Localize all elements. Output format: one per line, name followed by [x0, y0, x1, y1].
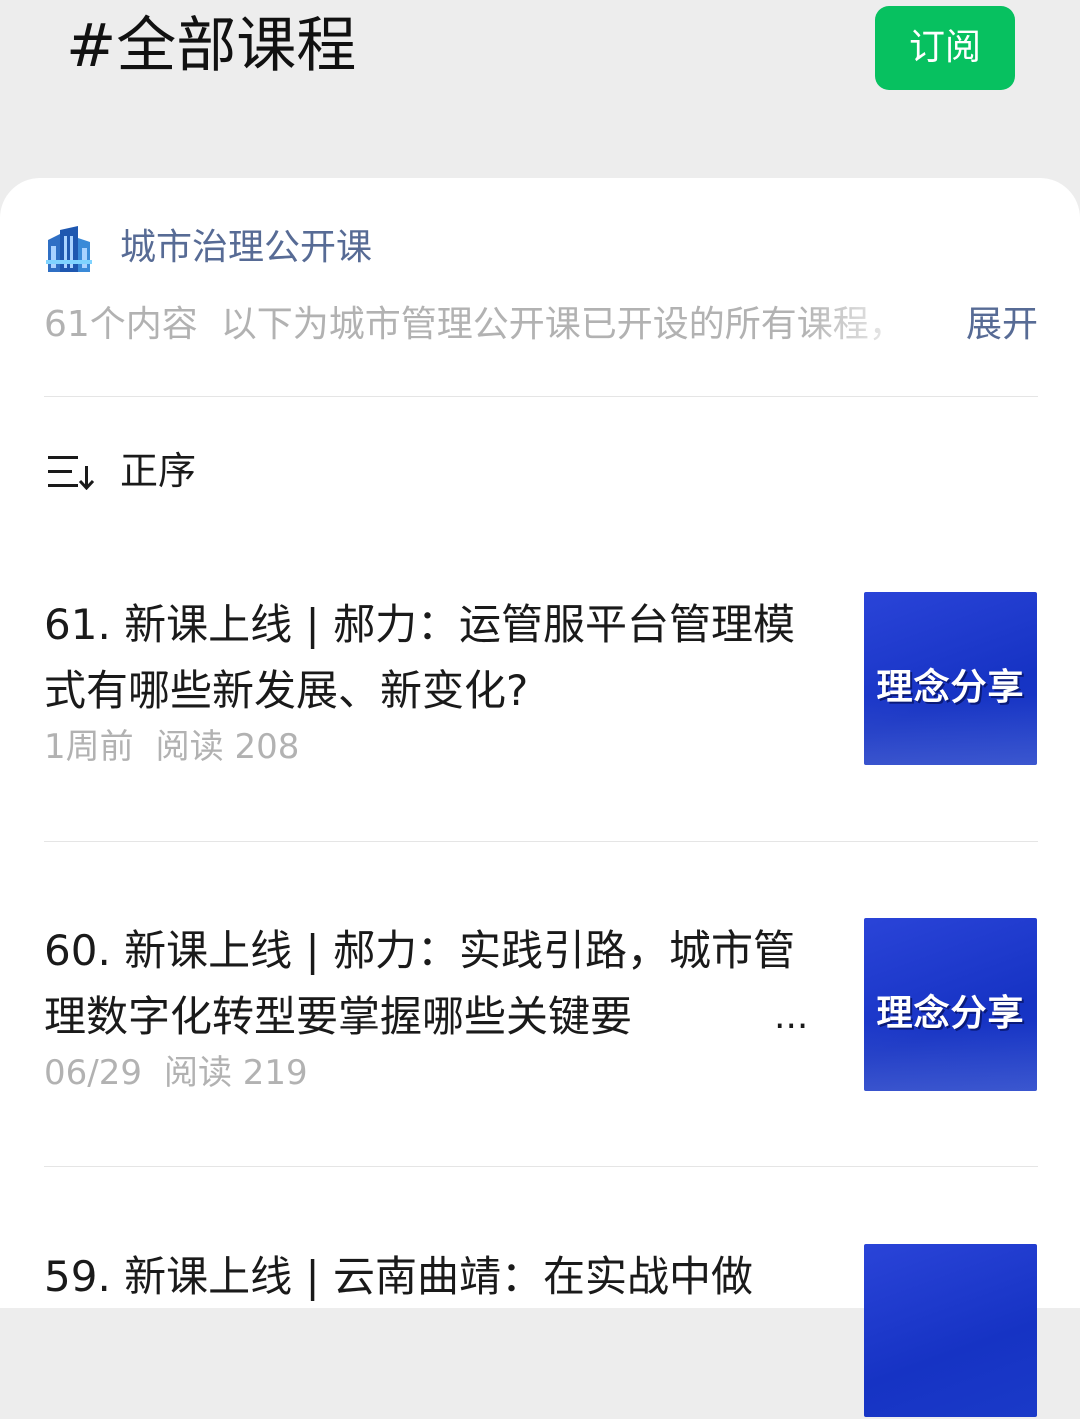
article-thumbnail [864, 1244, 1037, 1417]
city-buildings-icon [46, 226, 92, 272]
article-meta: 1周前 阅读 208 [44, 722, 299, 772]
subscribe-button[interactable]: 订阅 [875, 6, 1015, 90]
expand-link[interactable]: 展开 [966, 298, 1038, 352]
sort-order-icon [48, 456, 94, 490]
article-thumbnail: 理念分享 [864, 918, 1037, 1091]
article-date: 1周前 [44, 727, 134, 767]
album-card: 城市治理公开课 61个内容 以下为城市管理公开课已开设的所有课程， 展开 正序 … [0, 178, 1080, 1417]
article-reads: 阅读 208 [155, 727, 300, 767]
article-item[interactable]: 59. 新课上线 | 云南曲靖：在实战中做 [44, 1244, 1038, 1419]
album-description: 61个内容 以下为城市管理公开课已开设的所有课程， [44, 298, 924, 352]
thumbnail-caption: 理念分享 [876, 666, 1025, 708]
thumbnail-caption: 理念分享 [876, 992, 1025, 1034]
article-date: 06/29 [44, 1053, 142, 1093]
sort-label: 正序 [120, 449, 197, 493]
article-item[interactable]: 60. 新课上线 | 郝力：实践引路，城市管理数字化转型要掌握哪些关键要 ...… [44, 918, 1038, 1093]
divider [44, 1166, 1038, 1167]
title-ellipsis: ... [774, 996, 809, 1037]
content-count: 61个内容 [44, 304, 198, 345]
article-item[interactable]: 61. 新课上线 | 郝力：运管服平台管理模式有哪些新发展、新变化? 1周前 阅读… [44, 592, 1038, 767]
article-thumbnail: 理念分享 [864, 592, 1037, 765]
page-title: #全部课程 [66, 11, 357, 81]
album-name: 城市治理公开课 [120, 227, 373, 268]
article-meta: 06/29 阅读 219 [44, 1048, 308, 1098]
divider [44, 396, 1038, 397]
article-title: 61. 新课上线 | 郝力：运管服平台管理模式有哪些新发展、新变化? [44, 600, 795, 715]
article-title: 59. 新课上线 | 云南曲靖：在实战中做 [44, 1252, 753, 1301]
article-reads: 阅读 219 [163, 1053, 308, 1093]
top-bar: #全部课程 订阅 [0, 0, 1080, 180]
description-text: 以下为城市管理公开课已开设的所有课程， [220, 304, 905, 345]
article-title: 60. 新课上线 | 郝力：实践引路，城市管理数字化转型要掌握哪些关键要 [44, 926, 795, 1041]
album-description-row: 61个内容 以下为城市管理公开课已开设的所有课程， 展开 [44, 298, 1038, 352]
divider [44, 841, 1038, 842]
